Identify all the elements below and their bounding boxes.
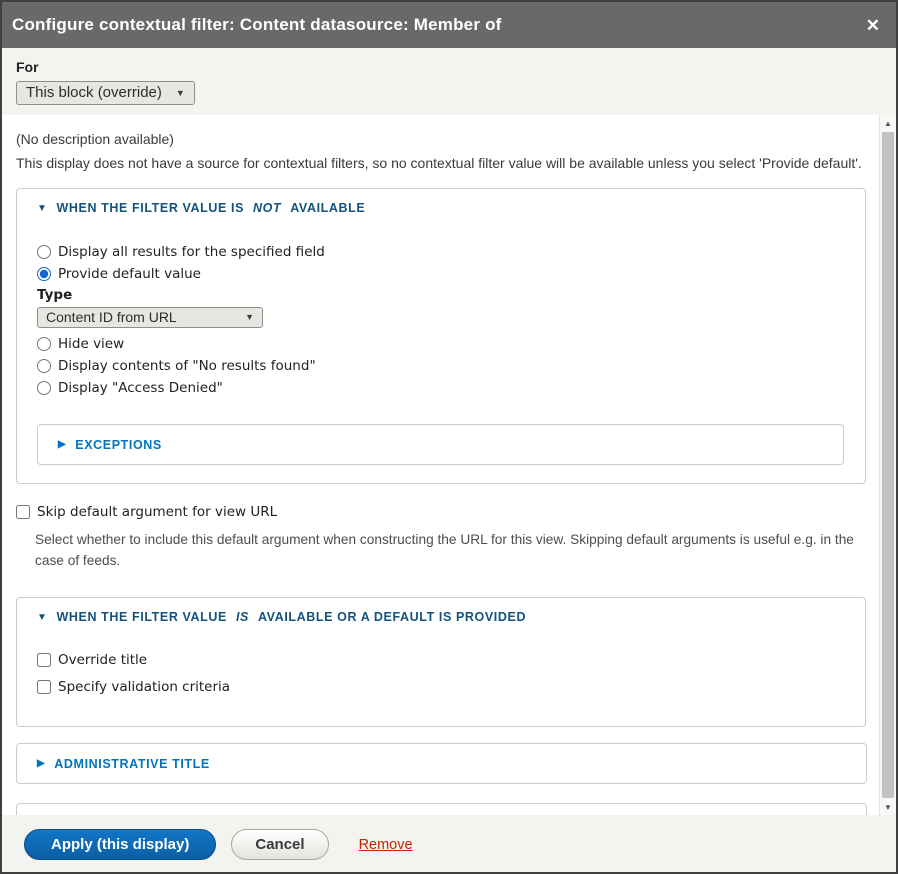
legend-text: EXCEPTIONS [75, 438, 162, 452]
radio-label: Display all results for the specified fi… [58, 244, 325, 260]
legend-text-suffix: AVAILABLE [290, 201, 365, 215]
select-arrow-icon: ▼ [176, 88, 185, 98]
apply-button[interactable]: Apply (this display) [24, 829, 216, 860]
radio-input[interactable] [37, 337, 51, 351]
dialog-title: Configure contextual filter: Content dat… [12, 15, 866, 35]
radio-input[interactable] [37, 245, 51, 259]
dialog-body-wrap: (No description available) This display … [2, 115, 896, 815]
checkbox-specify-validation[interactable]: Specify validation criteria [37, 673, 845, 700]
scroll-down-button[interactable]: ▼ [880, 799, 896, 815]
expand-arrow-icon: ▶ [58, 439, 66, 450]
radio-display-all-results[interactable]: Display all results for the specified fi… [37, 241, 845, 263]
radio-label: Provide default value [58, 266, 201, 282]
fieldset-filter-not-available: ▼ WHEN THE FILTER VALUE IS NOT AVAILABLE… [16, 188, 866, 484]
close-icon[interactable]: ✕ [866, 17, 880, 34]
radio-input[interactable] [37, 267, 51, 281]
dialog-titlebar: Configure contextual filter: Content dat… [2, 2, 896, 48]
administrative-title-legend[interactable]: ▶ ADMINISTRATIVE TITLE [37, 757, 210, 771]
for-section: For This block (override) ▼ [2, 48, 896, 115]
radio-label: Display contents of "No results found" [58, 358, 316, 374]
type-select-value: Content ID from URL [46, 309, 177, 325]
legend-text: ADMINISTRATIVE TITLE [54, 757, 210, 771]
remove-link[interactable]: Remove [359, 837, 413, 853]
radio-provide-default-value[interactable]: Provide default value [37, 263, 845, 285]
checkbox-label: Skip default argument for view URL [37, 504, 277, 520]
legend-text-emphasis: IS [236, 610, 249, 624]
legend-text-suffix: AVAILABLE OR A DEFAULT IS PROVIDED [258, 610, 526, 624]
fieldset-available-legend[interactable]: ▼ WHEN THE FILTER VALUE IS AVAILABLE OR … [37, 610, 845, 624]
for-select[interactable]: This block (override) ▼ [16, 81, 195, 105]
collapse-arrow-icon: ▼ [37, 203, 48, 214]
expand-arrow-icon: ▶ [37, 758, 45, 769]
radio-display-no-results[interactable]: Display contents of "No results found" [37, 355, 845, 377]
checkbox-input[interactable] [16, 505, 30, 519]
for-label: For [16, 59, 882, 75]
legend-text-emphasis: NOT [253, 201, 281, 215]
dialog-footer: Apply (this display) Cancel Remove [2, 815, 896, 872]
type-label: Type [37, 287, 845, 303]
radio-display-access-denied[interactable]: Display "Access Denied" [37, 377, 845, 399]
fieldset-more[interactable]: ▶ MORE [16, 803, 867, 815]
checkbox-override-title[interactable]: Override title [37, 646, 845, 673]
radio-input[interactable] [37, 381, 51, 395]
fieldset-administrative-title[interactable]: ▶ ADMINISTRATIVE TITLE [16, 743, 867, 784]
exceptions-legend[interactable]: ▶ EXCEPTIONS [58, 438, 162, 452]
select-arrow-icon: ▼ [245, 312, 254, 322]
for-select-value: This block (override) [26, 84, 162, 101]
radio-label: Display "Access Denied" [58, 380, 223, 396]
scrollbar[interactable]: ▲ ▼ [879, 115, 896, 815]
collapse-arrow-icon: ▼ [37, 612, 48, 623]
scrollbar-thumb[interactable] [882, 132, 894, 798]
configure-contextual-filter-dialog: Configure contextual filter: Content dat… [0, 0, 898, 874]
radio-input[interactable] [37, 359, 51, 373]
fieldset-exceptions[interactable]: ▶ EXCEPTIONS [37, 424, 844, 465]
radio-hide-view[interactable]: Hide view [37, 333, 845, 355]
skip-default-description: Select whether to include this default a… [35, 529, 867, 571]
checkbox-label: Override title [58, 652, 147, 668]
radio-label: Hide view [58, 336, 124, 352]
legend-text-prefix: WHEN THE FILTER VALUE IS [57, 201, 245, 215]
cancel-button[interactable]: Cancel [231, 829, 328, 860]
fieldset-filter-available: ▼ WHEN THE FILTER VALUE IS AVAILABLE OR … [16, 597, 866, 727]
dialog-body: (No description available) This display … [2, 115, 879, 815]
legend-text-prefix: WHEN THE FILTER VALUE [57, 610, 227, 624]
scroll-down-icon: ▼ [884, 803, 892, 812]
checkbox-input[interactable] [37, 653, 51, 667]
scroll-up-button[interactable]: ▲ [880, 115, 896, 131]
scroll-up-icon: ▲ [884, 119, 892, 128]
no-description-text: (No description available) [16, 131, 867, 147]
fieldset-not-available-legend[interactable]: ▼ WHEN THE FILTER VALUE IS NOT AVAILABLE [37, 201, 845, 215]
checkbox-skip-default-argument[interactable]: Skip default argument for view URL [16, 502, 867, 522]
type-select[interactable]: Content ID from URL ▼ [37, 307, 263, 328]
checkbox-label: Specify validation criteria [58, 679, 230, 695]
display-source-note: This display does not have a source for … [16, 155, 867, 171]
checkbox-input[interactable] [37, 680, 51, 694]
